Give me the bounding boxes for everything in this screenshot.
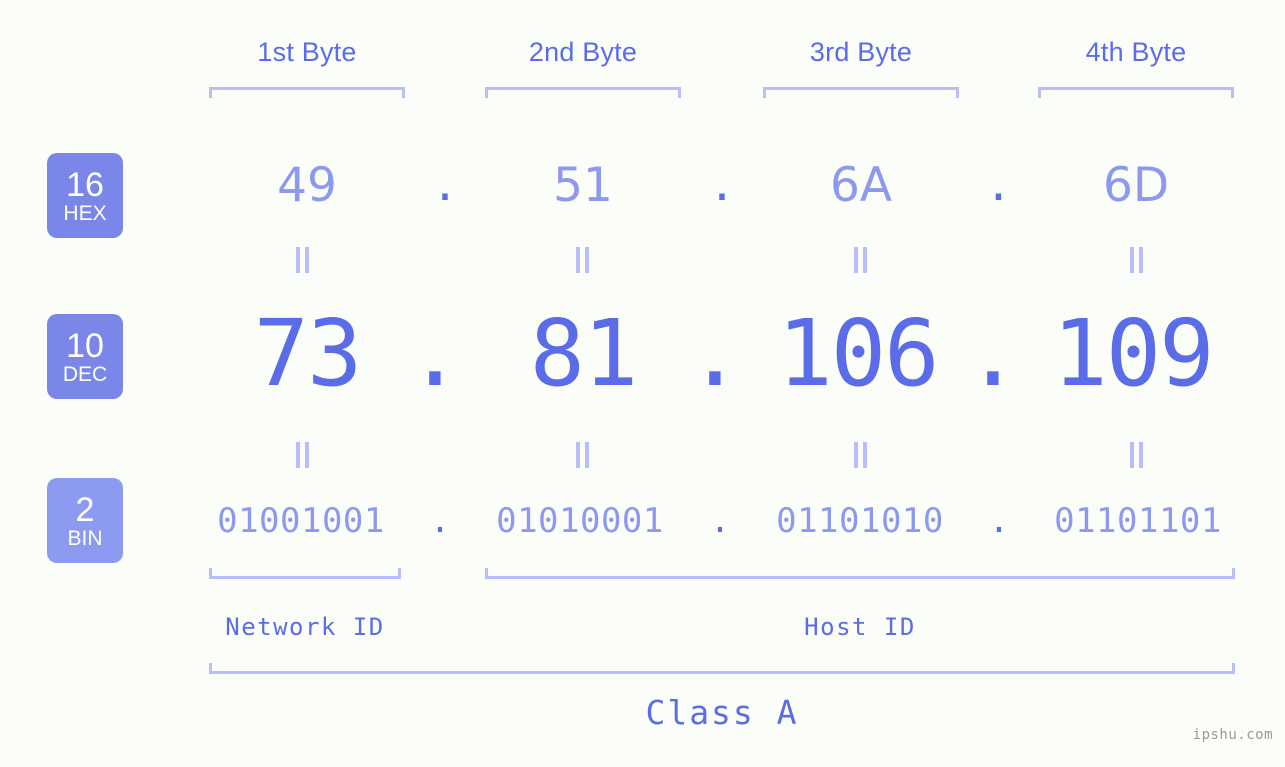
dec-separator-3: . xyxy=(965,300,1021,407)
base-badge-dec-number: 10 xyxy=(66,326,104,365)
bin-byte-value-2: 01010001 xyxy=(496,501,664,541)
class-bracket xyxy=(209,663,1235,674)
byte-header-label-4: 4th Byte xyxy=(1085,37,1187,67)
base-badge-hex-name: HEX xyxy=(63,201,107,225)
dec-byte-value-2: 81 xyxy=(529,300,639,407)
base-badge-bin-name: BIN xyxy=(67,526,103,550)
hex-byte-value-3: 6A xyxy=(829,158,893,213)
base-badge-dec: 10 DEC xyxy=(47,314,123,399)
dec-byte-value-1: 73 xyxy=(253,300,363,407)
host-id-bracket xyxy=(485,568,1235,579)
hex-byte-value-2: 51 xyxy=(553,158,613,213)
equals-connector-hex-dec-4 xyxy=(1126,247,1148,273)
hex-separator-1: . xyxy=(431,160,459,211)
bin-separator-1: . xyxy=(429,501,451,541)
bin-separator-3: . xyxy=(988,501,1010,541)
bin-byte-value-4: 01101101 xyxy=(1054,501,1222,541)
base-badge-bin: 2 BIN xyxy=(47,478,123,563)
dec-separator-1: . xyxy=(407,300,463,407)
equals-connector-dec-bin-1 xyxy=(292,442,314,468)
equals-connector-hex-dec-2 xyxy=(572,247,594,273)
base-badge-dec-name: DEC xyxy=(62,362,108,386)
base-badge-bin-number: 2 xyxy=(75,490,95,529)
equals-connector-dec-bin-2 xyxy=(572,442,594,468)
hex-separator-2: . xyxy=(708,160,736,211)
network-id-bracket xyxy=(209,568,401,579)
hex-byte-value-1: 49 xyxy=(277,158,337,213)
byte-header-label-1: 1st Byte xyxy=(257,37,357,67)
byte-bracket-top-3 xyxy=(763,87,959,98)
watermark: ipshu.com xyxy=(1192,727,1273,743)
byte-bracket-top-4 xyxy=(1038,87,1234,98)
byte-bracket-top-2 xyxy=(485,87,681,98)
dec-byte-value-3: 106 xyxy=(777,300,939,407)
base-badge-hex-number: 16 xyxy=(66,165,104,204)
bin-byte-value-3: 01101010 xyxy=(776,501,944,541)
ip-breakdown-diagram: 1st Byte 2nd Byte 3rd Byte 4th Byte 16 H… xyxy=(0,0,1285,767)
byte-bracket-top-1 xyxy=(209,87,405,98)
dec-separator-2: . xyxy=(687,300,743,407)
equals-connector-dec-bin-4 xyxy=(1126,442,1148,468)
equals-connector-hex-dec-1 xyxy=(292,247,314,273)
byte-header-label-2: 2nd Byte xyxy=(528,37,638,67)
host-id-label: Host ID xyxy=(804,613,916,641)
bin-byte-value-1: 01001001 xyxy=(217,501,385,541)
bin-separator-2: . xyxy=(709,501,731,541)
base-badge-hex: 16 HEX xyxy=(47,153,123,238)
dec-byte-value-4: 109 xyxy=(1052,300,1214,407)
equals-connector-hex-dec-3 xyxy=(850,247,872,273)
network-id-label: Network ID xyxy=(225,613,385,641)
class-label: Class A xyxy=(645,693,799,732)
byte-header-label-3: 3rd Byte xyxy=(809,37,913,67)
hex-byte-value-4: 6D xyxy=(1102,158,1170,213)
equals-connector-dec-bin-3 xyxy=(850,442,872,468)
hex-separator-3: . xyxy=(985,160,1012,211)
